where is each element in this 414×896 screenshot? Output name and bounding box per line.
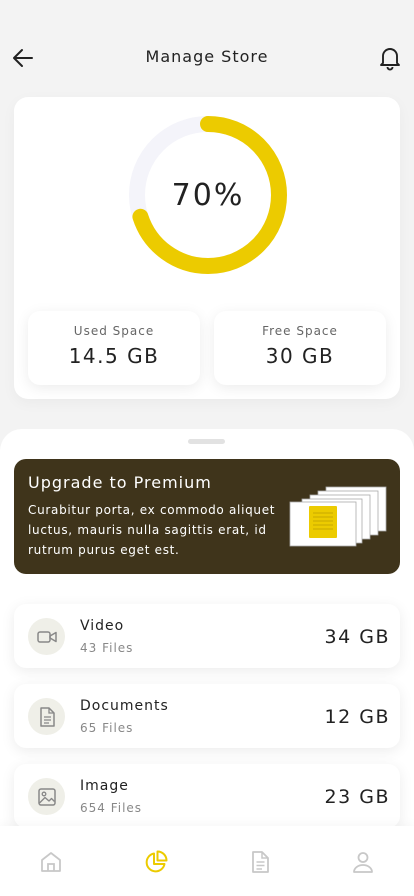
file-category-count: 43 Files <box>80 641 134 655</box>
file-category-size: 12 GB <box>324 706 390 728</box>
used-space-box: Used Space 14.5 GB <box>28 311 200 385</box>
file-category-video[interactable]: Video 43 Files 34 GB <box>14 604 400 668</box>
file-category-name: Image <box>80 778 129 794</box>
nav-home[interactable] <box>37 848 65 876</box>
nav-files[interactable] <box>246 848 274 876</box>
upgrade-premium-banner[interactable]: Upgrade to Premium Curabitur porta, ex c… <box>14 459 400 574</box>
nav-profile[interactable] <box>349 848 377 876</box>
bottom-navigation <box>0 826 414 896</box>
nav-storage[interactable] <box>142 848 170 876</box>
home-icon <box>41 852 61 872</box>
file-category-size: 34 GB <box>324 626 390 648</box>
user-icon <box>353 852 373 873</box>
document-icon-badge <box>28 698 65 735</box>
document-icon <box>39 706 55 727</box>
storage-percent: 70% <box>171 177 245 213</box>
app-header: Manage Store <box>0 0 414 96</box>
image-icon-badge <box>28 778 65 815</box>
file-icon <box>252 851 269 873</box>
file-categories-sheet: Upgrade to Premium Curabitur porta, ex c… <box>0 429 414 849</box>
stacked-documents-icon <box>289 486 387 547</box>
page-title: Manage Store <box>145 47 269 66</box>
image-icon <box>37 787 56 806</box>
free-space-box: Free Space 30 GB <box>214 311 386 385</box>
used-space-label: Used Space <box>73 324 155 338</box>
pie-chart-icon <box>145 850 168 873</box>
video-icon <box>36 630 57 643</box>
file-category-documents[interactable]: Documents 65 Files 12 GB <box>14 684 400 748</box>
storage-card: 70% Used Space 14.5 GB Free Space 30 GB <box>14 97 400 399</box>
file-category-image[interactable]: Image 654 Files 23 GB <box>14 764 400 828</box>
file-category-name: Video <box>80 618 125 634</box>
file-category-size: 23 GB <box>324 786 390 808</box>
free-space-label: Free Space <box>262 324 338 338</box>
file-category-count: 654 Files <box>80 801 143 815</box>
file-category-count: 65 Files <box>80 721 134 735</box>
file-category-name: Documents <box>80 698 169 714</box>
bell-icon <box>380 48 400 71</box>
promo-title: Upgrade to Premium <box>28 473 212 492</box>
sheet-drag-handle[interactable] <box>188 439 225 444</box>
used-space-value: 14.5 GB <box>68 344 160 368</box>
free-space-value: 30 GB <box>265 344 335 368</box>
video-icon-badge <box>28 618 65 655</box>
notifications-button[interactable] <box>378 45 402 71</box>
promo-text: Curabitur porta, ex commodo aliquet luct… <box>28 503 276 557</box>
